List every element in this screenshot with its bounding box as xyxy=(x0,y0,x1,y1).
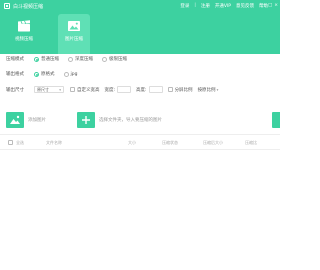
tab-image-compress[interactable]: 图片压缩 xyxy=(58,14,90,54)
col-ratio: 压缩比 xyxy=(245,140,257,145)
title-bar: 白斗视频压缩 登录 | 注册 开通VIP 意见反馈 帮助 — □ × xyxy=(0,0,280,12)
chevron-down-icon: ▾ xyxy=(216,87,219,92)
radio-jpg[interactable]: jpg xyxy=(63,71,78,77)
radio-label: 深度压缩 xyxy=(75,57,93,62)
height-label: 高度: xyxy=(136,87,147,93)
top-links: 登录 | 注册 开通VIP 意见反馈 帮助 xyxy=(180,3,268,9)
side-action-button[interactable] xyxy=(272,112,280,128)
radio-label: jpg xyxy=(70,71,78,77)
width-input[interactable] xyxy=(117,86,132,93)
chevron-down-icon: ▾ xyxy=(59,87,61,92)
select-all-checkbox[interactable] xyxy=(8,140,13,145)
radio-original-format[interactable]: 原格式 xyxy=(34,71,55,77)
radio-dot xyxy=(34,71,39,77)
checkbox-box xyxy=(167,87,173,92)
select-value: 按原比例 xyxy=(197,87,216,93)
col-compressed-size: 压缩后大小 xyxy=(203,140,223,145)
compress-mode-row: 压缩模式 普通压缩 深度压缩 极限压缩 xyxy=(6,56,136,62)
checkbox-box xyxy=(70,87,75,92)
plus-icon xyxy=(82,116,90,124)
radio-dot xyxy=(102,56,107,62)
radio-label: 普通压缩 xyxy=(41,57,59,62)
tab-label: 视频压缩 xyxy=(15,37,33,42)
vip-link[interactable]: 开通VIP xyxy=(215,3,231,9)
col-select-all[interactable]: 全选 xyxy=(16,140,24,146)
radio-label: 极限压缩 xyxy=(109,57,127,62)
compress-mode-label: 压缩模式 xyxy=(6,57,24,62)
output-format-label: 输出格式 xyxy=(6,72,24,77)
radio-label: 原格式 xyxy=(41,72,55,77)
app-logo-icon xyxy=(4,3,10,9)
close-button[interactable]: × xyxy=(274,3,278,8)
add-image-button[interactable] xyxy=(6,112,24,128)
register-link[interactable]: 注册 xyxy=(201,3,210,9)
output-size-row: 输出尺寸 原尺寸 ▾ 自定义宽高 宽度: 高度: 分屏比例 按原比例 ▾ xyxy=(6,86,223,93)
radio-dot xyxy=(63,71,69,77)
output-format-row: 输出格式 原格式 jpg xyxy=(6,71,86,77)
height-input[interactable] xyxy=(148,86,163,93)
ratio-checkbox[interactable]: 分屏比例 xyxy=(167,87,193,93)
separator: | xyxy=(194,3,196,8)
checkbox-label: 分屏比例 xyxy=(174,87,193,93)
tab-label: 图片压缩 xyxy=(65,37,83,42)
width-label: 宽度: xyxy=(104,87,116,93)
add-folder-button[interactable] xyxy=(77,112,95,128)
radio-extreme[interactable]: 极限压缩 xyxy=(102,56,127,62)
ratio-select[interactable]: 按原比例 ▾ xyxy=(198,87,219,93)
col-size: 大小 xyxy=(128,140,136,145)
radio-dot xyxy=(34,56,39,62)
col-status: 压缩状态 xyxy=(162,140,178,145)
checkbox-label: 自定义宽高 xyxy=(77,87,100,93)
app-title: 白斗视频压缩 xyxy=(13,4,44,10)
maximize-button[interactable]: □ xyxy=(268,3,272,8)
output-size-label: 输出尺寸 xyxy=(6,87,24,93)
add-image-label[interactable]: 添加图片 xyxy=(28,117,46,123)
image-icon xyxy=(10,115,20,124)
radio-dot xyxy=(68,56,73,62)
clapperboard-icon xyxy=(18,20,30,32)
image-icon xyxy=(68,21,80,31)
feedback-link[interactable]: 意见反馈 xyxy=(236,3,254,9)
tab-video-compress[interactable]: 视频压缩 xyxy=(8,14,40,54)
app-header: 白斗视频压缩 登录 | 注册 开通VIP 意见反馈 帮助 — □ × 视频压缩 … xyxy=(0,0,280,54)
login-link[interactable]: 登录 xyxy=(180,3,189,9)
radio-normal[interactable]: 普通压缩 xyxy=(34,56,59,62)
custom-size-checkbox[interactable]: 自定义宽高 xyxy=(70,87,100,93)
minimize-button[interactable]: — xyxy=(261,3,266,8)
add-folder-label[interactable]: 选择文件夹，导入要压缩的图片 xyxy=(99,117,162,123)
window-controls: — □ × xyxy=(261,3,278,8)
col-file-name: 文件名称 xyxy=(46,140,62,145)
radio-deep[interactable]: 深度压缩 xyxy=(68,56,93,62)
output-size-select[interactable]: 原尺寸 ▾ xyxy=(34,86,64,93)
file-table-header: 全选 文件名称 大小 压缩状态 压缩后大小 压缩比 xyxy=(0,134,280,150)
select-value: 原尺寸 xyxy=(37,86,49,92)
